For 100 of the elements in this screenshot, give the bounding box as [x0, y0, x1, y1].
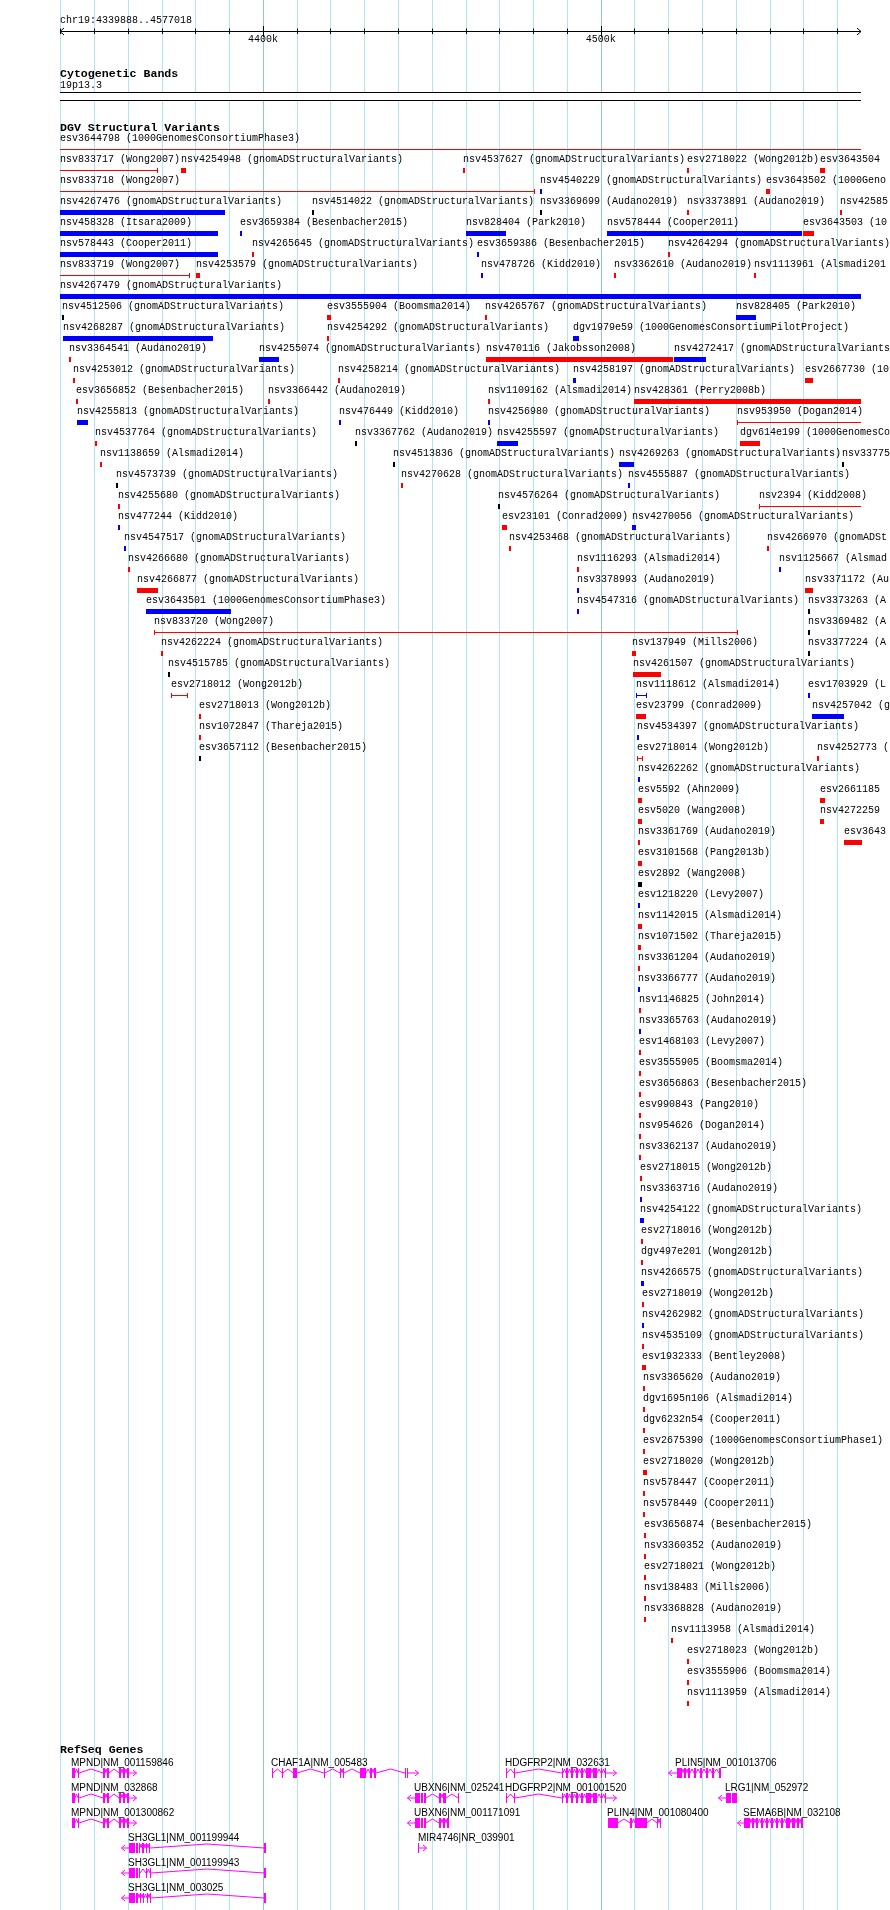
variant-label: nsv3365620 (Audano2019)	[643, 1372, 782, 1384]
gene-model-drawing	[668, 1768, 722, 1778]
variant-label: esv3643501 (1000GenomesConsortiumPhase3)	[146, 595, 387, 607]
variant-label: nsv4256980 (gnomADStructuralVariants)	[488, 406, 711, 418]
gene-label: MPND|NM_001300862	[71, 1807, 175, 1819]
variant-label: esv990843 (Pang2010)	[639, 1099, 760, 1111]
variant-label: nsv1109162 (Alsmadi2014)	[488, 385, 633, 397]
gene-label: LRG1|NM_052972	[725, 1782, 809, 1794]
variant-label: nsv4255680 (gnomADStructuralVariants)	[118, 490, 341, 502]
variant-label: nsv4266575 (gnomADStructuralVariants)	[641, 1267, 864, 1279]
variant-label: nsv3378993 (Audano2019)	[577, 574, 716, 586]
variant-label: esv3643	[844, 826, 886, 838]
variant-label: nsv4267479 (gnomADStructuralVariants)	[60, 280, 283, 292]
variant-label: esv3656852 (Besenbacher2015)	[76, 385, 245, 397]
variant-label: nsv4576264 (gnomADStructuralVariants)	[498, 490, 721, 502]
variant-label: esv3656874 (Besenbacher2015)	[644, 1519, 813, 1531]
variant-label: nsv4265645 (gnomADStructuralVariants)	[252, 238, 475, 250]
gene-label: SEMA6B|NM_032108	[743, 1807, 841, 1819]
variant-label: nsv478726 (Kidd2010)	[481, 259, 602, 271]
variant-label: nsv3367762 (Audano2019)	[355, 427, 494, 439]
gene-model-drawing	[407, 1818, 450, 1828]
variant-label: esv5592 (Ahn2009)	[638, 784, 741, 796]
variant-label: esv3643502 (1000Geno	[766, 175, 887, 187]
variant-label: nsv4535109 (gnomADStructuralVariants)	[642, 1330, 865, 1342]
gene-model-drawing	[72, 1768, 137, 1778]
variant-label: nsv833720 (Wong2007)	[154, 616, 275, 628]
variant-label: nsv1142015 (Alsmadi2014)	[638, 910, 783, 922]
gene-label: UBXN6|NM_001171091	[414, 1807, 521, 1819]
variant-label: nsv3362610 (Audano2019)	[614, 259, 753, 271]
variant-label: dgv1695n106 (Alsmadi2014)	[643, 1393, 794, 1405]
gene-model-drawing	[608, 1818, 662, 1828]
gene-model-drawing	[418, 1843, 427, 1853]
variant-label: nsv3373891 (Audano2019)	[687, 196, 826, 208]
variant-label: nsv4555887 (gnomADStructuralVariants)	[628, 469, 851, 481]
variant-label: esv2718023 (Wong2012b)	[687, 1645, 820, 1657]
variant-label: nsv3362137 (Audano2019)	[639, 1141, 778, 1153]
variant-label: nsv4262982 (gnomADStructuralVariants)	[642, 1309, 865, 1321]
gene-label: HDGFRP2|NM_032631	[505, 1757, 610, 1769]
variant-label: esv1703929 (L	[808, 679, 886, 691]
variant-label: esv23101 (Conrad2009)	[502, 511, 629, 523]
variant-label: nsv954626 (Dogan2014)	[639, 1120, 766, 1132]
variant-label: nsv3366442 (Audano2019)	[268, 385, 407, 397]
gene-model-drawing	[718, 1793, 738, 1803]
cytoband-label: 19p13.3	[60, 80, 102, 92]
variant-label: esv2718012 (Wong2012b)	[171, 679, 304, 691]
variant-label: nsv1116293 (Alsmadi2014)	[577, 553, 722, 565]
variant-label: nsv1138659 (Alsmadi2014)	[100, 448, 245, 460]
variant-label: esv1218220 (Levy2007)	[638, 889, 765, 901]
variant-label: esv2661185	[820, 784, 880, 796]
variant-label: nsv4540229 (gnomADStructuralVariants)	[540, 175, 763, 187]
variant-label: nsv4272417 (gnomADStructuralVariants	[674, 343, 890, 355]
variant-label: nsv578444 (Cooper2011)	[607, 217, 740, 229]
variant-label: nsv828404 (Park2010)	[466, 217, 587, 229]
variant-label: nsv4547316 (gnomADStructuralVariants)	[577, 595, 800, 607]
gene-label: PLIN4|NM_001080400	[607, 1807, 709, 1819]
gene-label: SH3GL1|NM_001199944	[128, 1832, 240, 1844]
variant-label: nsv4269263 (gnomADStructuralVariants)	[619, 448, 842, 460]
variant-label: nsv4262224 (gnomADStructuralVariants)	[161, 637, 384, 649]
variant-label: nsv4547517 (gnomADStructuralVariants)	[124, 532, 347, 544]
variant-label: nsv1113959 (Alsmadi2014)	[687, 1687, 832, 1699]
variant-label: nsv833718 (Wong2007)	[60, 175, 181, 187]
variant-label: esv1932333 (Bentley2008)	[642, 1351, 787, 1363]
variant-label: nsv1071502 (Thareja2015)	[638, 931, 783, 943]
variant-label: nsv3371172 (Au	[805, 574, 889, 586]
variant-label: nsv4573739 (gnomADStructuralVariants)	[116, 469, 339, 481]
variant-label: nsv4515785 (gnomADStructuralVariants)	[168, 658, 391, 670]
variant-label: nsv4254122 (gnomADStructuralVariants)	[640, 1204, 863, 1216]
variant-label: nsv833719 (Wong2007)	[60, 259, 181, 271]
variant-label: nsv4255597 (gnomADStructuralVariants)	[497, 427, 720, 439]
variant-label: esv2718015 (Wong2012b)	[640, 1162, 773, 1174]
variant-label: nsv1125667 (Alsmad	[779, 553, 888, 565]
variant-label: dgv497e201 (Wong2012b)	[641, 1246, 774, 1258]
variant-label: nsv4270628 (gnomADStructuralVariants)	[401, 469, 624, 481]
variant-label: esv23799 (Conrad2009)	[636, 700, 763, 712]
tick-label: 4400k	[247, 34, 278, 46]
variant-label: esv3644798 (1000GenomesConsortiumPhase3)	[60, 133, 301, 145]
variant-label: nsv3361204 (Audano2019)	[638, 952, 777, 964]
tick-label: 4500k	[585, 34, 616, 46]
variant-label: nsv138483 (Mills2006)	[644, 1582, 771, 1594]
variant-label: esv2718022 (Wong2012b)	[687, 154, 820, 166]
variant-label: nsv4262262 (gnomADStructuralVariants)	[638, 763, 861, 775]
variant-label: nsv4266680 (gnomADStructuralVariants)	[128, 553, 351, 565]
variant-label: nsv3363716 (Audano2019)	[640, 1183, 779, 1195]
variant-label: esv2718014 (Wong2012b)	[637, 742, 770, 754]
gene-label: CHAF1A|NM_005483	[271, 1757, 368, 1769]
gene-label: PLIN5|NM_001013706	[675, 1757, 777, 1769]
variant-label: nsv1113958 (Alsmadi2014)	[671, 1624, 816, 1636]
variant-label: nsv578443 (Cooper2011)	[60, 238, 193, 250]
variant-label: nsv137949 (Mills2006)	[632, 637, 759, 649]
track-title: RefSeq Genes	[60, 1744, 144, 1755]
location-label: chr19:4339888..4577018	[60, 15, 193, 27]
variant-label: nsv428361 (Perry2008b)	[634, 385, 767, 397]
variant-label: nsv4258197 (gnomADStructuralVariants)	[573, 364, 796, 376]
variant-label: esv3659384 (Besenbacher2015)	[240, 217, 409, 229]
gene-label: MPND|NM_001159846	[71, 1757, 174, 1769]
variant-label: nsv1118612 (Alsmadi2014)	[636, 679, 781, 691]
variant-label: nsv477244 (Kidd2010)	[118, 511, 239, 523]
variant-label: nsv953950 (Dogan2014)	[737, 406, 864, 418]
gene-label: HDGFRP2|NM_001001520	[505, 1782, 627, 1794]
variant-label: nsv42585	[840, 196, 888, 208]
